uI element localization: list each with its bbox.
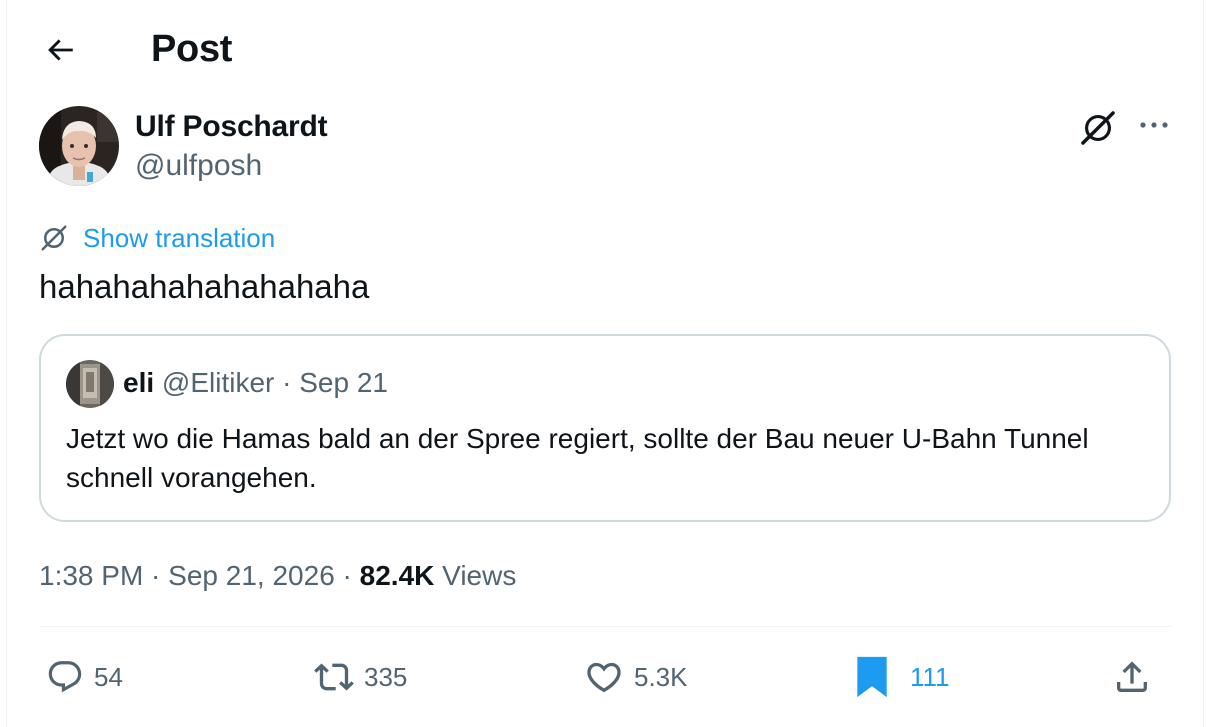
post-meta: 1:38 PM · Sep 21, 2026 · 82.4K Views — [39, 557, 516, 595]
back-button[interactable] — [34, 24, 86, 76]
arrow-left-icon — [48, 39, 73, 61]
quoted-separator: · — [274, 367, 300, 398]
quoted-author-name: eli — [123, 367, 155, 398]
show-translation-label: Show translation — [83, 223, 276, 253]
quoted-post-text: Jetzt wo die Hamas bald an der Spree reg… — [66, 423, 1089, 493]
author-avatar[interactable] — [39, 106, 119, 186]
author-handle[interactable]: @ulfposh — [135, 147, 262, 185]
quoted-author-handle: @Elitiker — [161, 367, 275, 398]
reply-icon — [48, 661, 82, 693]
post-time[interactable]: 1:38 PM — [39, 560, 143, 591]
bookmark-button[interactable]: 111 — [852, 650, 950, 704]
post-text: hahahahahahahahaha — [39, 268, 370, 305]
heart-icon — [587, 662, 621, 693]
bookmark-count: 111 — [910, 661, 950, 692]
quoted-date: Sep 21 — [299, 367, 388, 398]
views-label: Views — [434, 560, 517, 591]
quoted-post-header: eli @Elitiker · Sep 21 — [123, 364, 388, 402]
repost-count: 335 — [364, 661, 408, 692]
repost-button[interactable]: 335 — [314, 650, 407, 704]
reply-button[interactable]: 54 — [46, 650, 123, 704]
meta-separator: · — [334, 560, 360, 591]
like-count: 5.3K — [634, 661, 688, 692]
quoted-post[interactable]: eli @Elitiker · Sep 21 Jetzt wo die Hama… — [39, 334, 1171, 522]
reply-count: 54 — [94, 661, 123, 692]
share-button[interactable] — [1112, 650, 1152, 704]
repost-icon — [314, 663, 354, 691]
page-title: Post — [151, 28, 233, 70]
more-dots-icon — [1140, 122, 1168, 128]
grok-button[interactable] — [1074, 104, 1122, 152]
more-options-button[interactable] — [1130, 104, 1178, 146]
views-count: 82.4K — [359, 560, 435, 591]
like-button[interactable]: 5.3K — [584, 650, 688, 704]
post-date[interactable]: Sep 21, 2026 — [168, 560, 335, 591]
meta-separator: · — [143, 560, 169, 591]
share-icon — [1117, 661, 1147, 692]
bookmark-filled-icon — [857, 656, 887, 698]
show-translation-button[interactable]: Show translation — [39, 220, 275, 256]
grok-icon — [1081, 111, 1115, 145]
grok-translate-icon — [41, 225, 67, 251]
divider — [39, 626, 1171, 627]
author-name[interactable]: Ulf Poschardt — [135, 108, 328, 146]
quoted-author-avatar — [66, 360, 114, 408]
